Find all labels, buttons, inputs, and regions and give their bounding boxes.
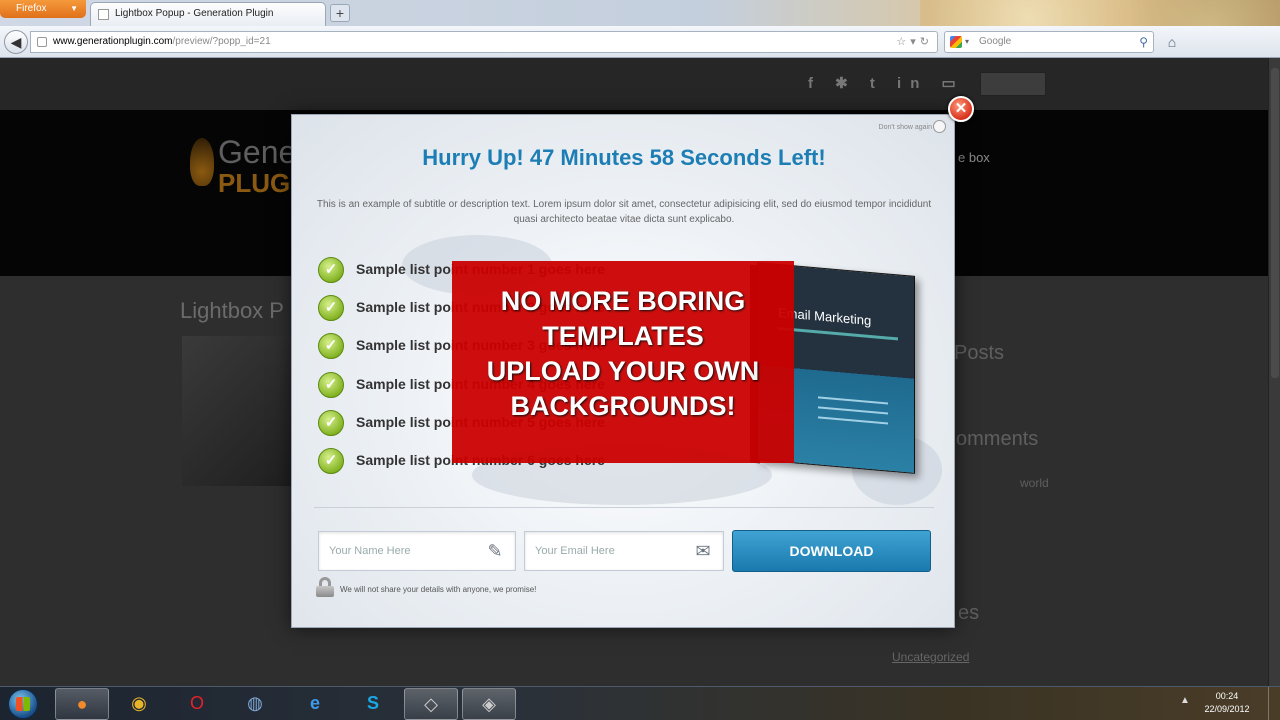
site-identity-icon	[37, 37, 47, 47]
popup-subtitle: This is an example of subtitle or descri…	[316, 199, 932, 225]
scrollbar-thumb[interactable]	[1271, 68, 1279, 378]
checkmark-icon: ✓	[318, 447, 344, 474]
search-bar[interactable]: ▾ Google ⚲	[944, 31, 1154, 53]
ebook-text-line	[818, 396, 888, 405]
browser-tabbar: Firefox ▼ Lightbox Popup - Generation Pl…	[0, 0, 1280, 60]
url-host: www.generationplugin.com	[53, 36, 173, 47]
chevron-down-icon: ▼	[70, 4, 78, 13]
sidebar-categories-heading: es	[958, 602, 980, 624]
internet-explorer-icon: e	[309, 693, 320, 713]
site-topbar: f ✱ t in ▭	[0, 58, 1268, 110]
bookmark-star-icon[interactable]: ☆▾↻	[896, 32, 933, 52]
dont-show-again-checkbox[interactable]	[933, 120, 946, 133]
taskbar-opera[interactable]: O	[170, 688, 224, 720]
social-icons[interactable]: f ✱ t in ▭	[808, 74, 965, 92]
home-icon[interactable]: ⌂	[1162, 32, 1182, 52]
chrome-icon: ◉	[131, 693, 147, 713]
sidebar-comments-heading: omments	[956, 428, 1039, 450]
ebook-text-line	[818, 416, 888, 425]
email-placeholder: Your Email Here	[535, 545, 615, 557]
close-icon: ✕	[954, 100, 968, 117]
clock-time: 00:24	[1215, 691, 1239, 701]
tray-expand-icon[interactable]: ▲	[1180, 695, 1190, 706]
lightbox-popup: Don't show again Hurry Up! 47 Minutes 58…	[291, 114, 955, 628]
sidebar-category-link[interactable]: Uncategorized	[892, 650, 969, 664]
ebook-subtitle-bar	[778, 326, 898, 341]
banner-line: BACKGROUNDS!	[510, 391, 736, 421]
firefox-icon: ●	[76, 694, 88, 714]
checkmark-icon: ✓	[318, 409, 344, 436]
page-favicon-icon	[98, 9, 109, 20]
name-field[interactable]: Your Name Here ✎	[318, 531, 516, 571]
checkmark-icon: ✓	[318, 333, 344, 360]
logo-text-top: Gene	[218, 134, 297, 170]
windows-taskbar: ● ◉ O ◍ e S ◇ ◈ ▲ 00:24 22/09/2012	[0, 686, 1280, 720]
tab-title: Lightbox Popup - Generation Plugin	[115, 8, 274, 19]
system-clock[interactable]: 00:24 22/09/2012	[1192, 690, 1262, 716]
show-desktop-button[interactable]	[1268, 687, 1280, 720]
screen: Firefox ▼ Lightbox Popup - Generation Pl…	[0, 0, 1280, 720]
site-post-image	[182, 336, 292, 486]
taskbar-ie[interactable]: e	[288, 688, 342, 720]
address-bar[interactable]: www.generationplugin.com/preview/?popp_i…	[30, 31, 938, 53]
taskbar-app-1[interactable]: ◇	[404, 688, 458, 720]
banner-line: NO MORE BORING	[500, 286, 746, 316]
sidebar-comment-link[interactable]: world	[1020, 476, 1049, 490]
user-pencil-icon: ✎	[487, 541, 503, 561]
sidebar-posts-heading: Posts	[954, 342, 1005, 364]
opera-icon: O	[189, 693, 204, 713]
globe-icon: ◍	[247, 693, 263, 713]
browser-navbar: ◀ www.generationplugin.com/preview/?popp…	[0, 26, 1280, 58]
search-placeholder: Google	[979, 36, 1012, 47]
checkmark-icon: ✓	[318, 371, 344, 398]
skype-icon: S	[366, 693, 379, 713]
site-login-button[interactable]	[980, 72, 1046, 96]
google-icon	[950, 36, 962, 48]
name-placeholder: Your Name Here	[329, 545, 411, 557]
privacy-note: We will not share your details with anyo…	[340, 585, 537, 594]
search-icon[interactable]: ⚲	[1139, 32, 1148, 52]
url-path: /preview/?popp_id=21	[172, 36, 271, 47]
clock-date: 22/09/2012	[1204, 704, 1250, 714]
windows-logo-icon	[16, 697, 30, 711]
taskbar-skype[interactable]: S	[346, 688, 400, 720]
email-field[interactable]: Your Email Here ✉	[524, 531, 724, 571]
taskbar-app-2[interactable]: ◈	[462, 688, 516, 720]
firefox-menu-button[interactable]: Firefox ▼	[0, 0, 86, 18]
form-divider	[314, 507, 934, 508]
popup-headline: Hurry Up! 47 Minutes 58 Seconds Left!	[422, 145, 826, 170]
lock-body	[316, 586, 334, 597]
back-arrow-icon: ◀	[10, 34, 22, 50]
lock-icon	[316, 577, 334, 597]
ebook-text-line	[818, 406, 888, 415]
search-engine-dropdown-icon[interactable]: ▾	[965, 32, 969, 52]
checkmark-icon: ✓	[318, 257, 344, 283]
popup-close-button[interactable]: ✕	[948, 96, 974, 122]
logo-text-bottom: PLUG	[218, 168, 291, 198]
site-page-title: Lightbox P	[180, 298, 284, 323]
firefox-menu-label: Firefox	[16, 3, 47, 14]
banner-line: TEMPLATES	[542, 321, 704, 351]
checkmark-icon: ✓	[318, 295, 344, 322]
banner-line: UPLOAD YOUR OWN	[486, 356, 760, 386]
start-button[interactable]	[2, 687, 46, 720]
dont-show-again-label: Don't show again	[878, 124, 932, 131]
promo-banner-overlay: NO MORE BORING TEMPLATES UPLOAD YOUR OWN…	[452, 261, 794, 463]
site-header-text: e box	[958, 150, 990, 165]
app-window-icon: ◇	[424, 694, 438, 714]
taskbar-chrome[interactable]: ◉	[112, 688, 166, 720]
new-tab-button[interactable]: +	[330, 4, 350, 22]
browser-tab[interactable]: Lightbox Popup - Generation Plugin	[90, 2, 326, 26]
download-button[interactable]: DOWNLOAD	[732, 530, 931, 572]
envelope-icon: ✉	[695, 541, 711, 561]
logo-flame-icon	[190, 138, 214, 186]
back-button[interactable]: ◀	[4, 30, 28, 54]
taskbar-network[interactable]: ◍	[228, 688, 282, 720]
app-window-icon: ◈	[482, 694, 496, 714]
page-scrollbar[interactable]	[1268, 58, 1280, 686]
taskbar-firefox[interactable]: ●	[55, 688, 109, 720]
